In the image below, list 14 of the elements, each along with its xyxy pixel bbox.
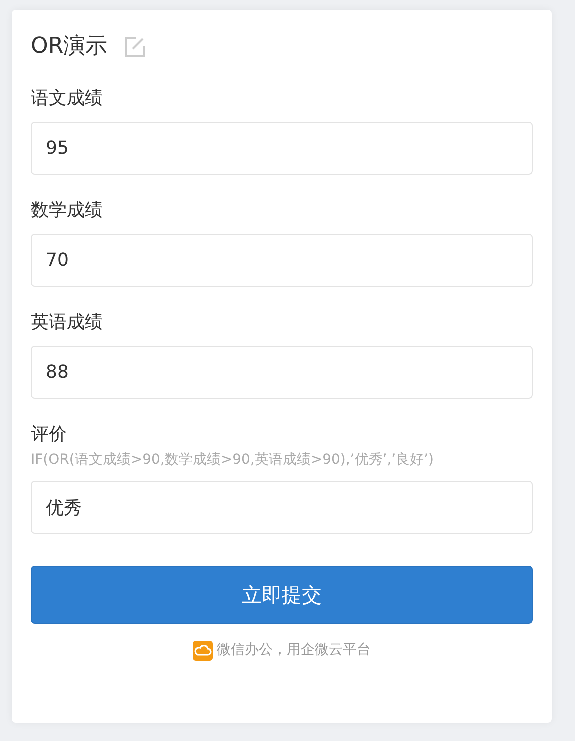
form-title: OR演示: [31, 33, 108, 61]
footer-text: 微信办公，用企微云平台: [217, 641, 371, 660]
field-label: 评价: [31, 423, 68, 447]
submit-button[interactable]: 立即提交: [31, 566, 533, 624]
field-label: 数学成绩: [31, 199, 104, 223]
field-label: 英语成绩: [31, 311, 104, 335]
formula-hint: IF(OR(语文成绩>90,数学成绩>90,英语成绩>90),’优秀’,’良好’): [31, 451, 436, 470]
cloud-logo-icon: [193, 640, 213, 660]
input-field[interactable]: 70: [31, 234, 533, 287]
input-field[interactable]: 95: [31, 122, 533, 175]
input-field[interactable]: 优秀: [31, 481, 533, 534]
field-label: 语文成绩: [31, 87, 104, 111]
input-field[interactable]: 88: [31, 346, 533, 399]
edit-icon[interactable]: [124, 36, 146, 58]
